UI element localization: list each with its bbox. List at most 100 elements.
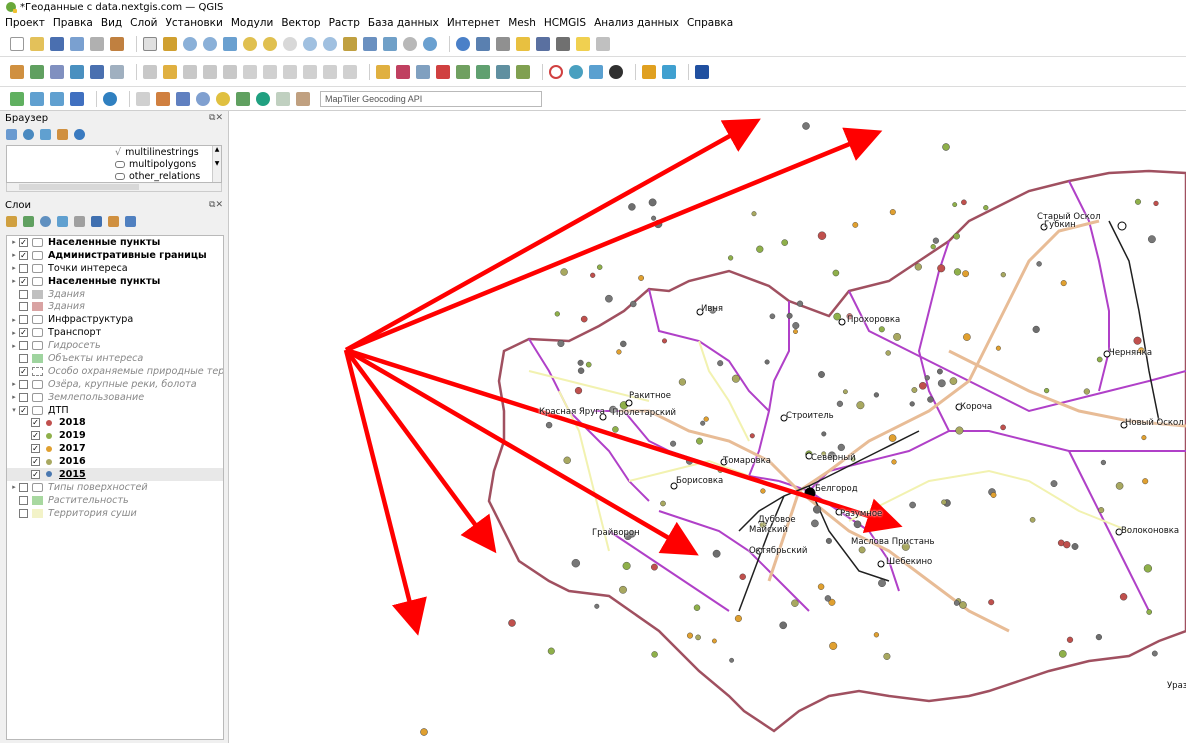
expand-arrow-icon[interactable]: ▸: [9, 316, 19, 324]
layer-row[interactable]: ▸ ✓ Населенные пункты: [7, 275, 223, 288]
delete-selected-icon[interactable]: [243, 64, 257, 79]
add-vector-icon[interactable]: [30, 64, 44, 79]
filter-legend-icon[interactable]: [57, 215, 68, 227]
label-props-icon[interactable]: [496, 64, 510, 79]
filter-icon[interactable]: [236, 91, 250, 106]
undo-icon[interactable]: [323, 64, 337, 79]
add-csv-icon[interactable]: [50, 64, 64, 79]
layer-row[interactable]: Растительность: [7, 494, 223, 507]
select-features-icon[interactable]: [156, 91, 170, 106]
add-delimited-icon[interactable]: [70, 91, 84, 106]
copy-features-icon[interactable]: [283, 64, 297, 79]
layer-row[interactable]: ✓ 2018: [7, 416, 223, 429]
layer-visibility-checkbox[interactable]: ✓: [19, 237, 28, 247]
geocoder-settings-icon[interactable]: [276, 91, 290, 106]
panel-float-close-icon[interactable]: ⧉✕: [209, 113, 223, 123]
browser-vertical-scrollbar[interactable]: ▲ ▼: [212, 146, 221, 182]
print-layout-icon[interactable]: [70, 36, 84, 51]
collapse-all-icon[interactable]: [57, 128, 68, 140]
open-project-icon[interactable]: [30, 36, 44, 51]
menu-layer[interactable]: Слой: [130, 17, 157, 29]
layer-visibility-checkbox[interactable]: [19, 508, 28, 518]
layer-row[interactable]: Здания: [7, 288, 223, 301]
remove-layer-icon[interactable]: [125, 215, 136, 227]
panel-float-close-icon[interactable]: ⧉✕: [209, 200, 223, 210]
map-canvas[interactable]: Старый Оскол Губкин Ивня Прохоровка Чернянка…: [229, 111, 1186, 743]
info-icon[interactable]: [74, 128, 85, 140]
expand-arrow-icon[interactable]: ▸: [9, 393, 19, 401]
menu-analysis[interactable]: Анализ данных: [594, 17, 679, 29]
filter-expression-icon[interactable]: [74, 215, 85, 227]
menu-plugins[interactable]: Модули: [231, 17, 274, 29]
layer-row[interactable]: ✓ Особо охраняемые природные террит: [7, 365, 223, 378]
layer-row[interactable]: ▸ Типы поверхностей: [7, 481, 223, 494]
layer-row[interactable]: Здания: [7, 300, 223, 313]
attribute-table-icon[interactable]: [476, 36, 490, 51]
menu-edit[interactable]: Правка: [53, 17, 93, 29]
expand-arrow-icon[interactable]: ▸: [9, 342, 19, 350]
zoom-last-icon[interactable]: [303, 36, 317, 51]
expand-arrow-icon[interactable]: ▸: [9, 380, 19, 388]
layer-visibility-checkbox[interactable]: ✓: [19, 328, 28, 338]
zoom-next-icon[interactable]: [323, 36, 337, 51]
geocoder-globe-icon[interactable]: [256, 91, 270, 106]
diagram-icon[interactable]: [516, 64, 530, 79]
layout-manager-icon[interactable]: [90, 36, 104, 51]
style-manager-icon[interactable]: [110, 36, 124, 51]
layer-row[interactable]: ✓ 2017: [7, 442, 223, 455]
layer-visibility-checkbox[interactable]: [19, 341, 28, 351]
show-labels-icon[interactable]: [416, 64, 430, 79]
scrollbar-thumb[interactable]: [19, 184, 139, 190]
menu-view[interactable]: Вид: [101, 17, 122, 29]
processing-toolbox-icon[interactable]: [516, 36, 530, 51]
expand-arrow-icon[interactable]: ▸: [9, 277, 19, 285]
menu-project[interactable]: Проект: [5, 17, 45, 29]
layer-visibility-checkbox[interactable]: [19, 315, 28, 325]
redo-icon[interactable]: [343, 64, 357, 79]
layer-row[interactable]: ✓ 2015: [7, 468, 223, 481]
geocoder-clear-icon[interactable]: [296, 91, 310, 106]
layer-visibility-checkbox[interactable]: [19, 495, 28, 505]
change-label-icon[interactable]: [476, 64, 490, 79]
menu-settings[interactable]: Установки: [165, 17, 222, 29]
menu-help[interactable]: Справка: [687, 17, 733, 29]
annotation-icon[interactable]: [596, 36, 610, 51]
browser-tree[interactable]: √ multilinestrings multipolygons other_re…: [6, 145, 222, 183]
menu-mesh[interactable]: Mesh: [508, 17, 536, 29]
deselect-icon[interactable]: [216, 91, 230, 106]
layer-visibility-checkbox[interactable]: ✓: [31, 469, 40, 479]
add-selected-icon[interactable]: [6, 128, 17, 140]
layer-visibility-checkbox[interactable]: [19, 482, 28, 492]
grass-icon[interactable]: [609, 64, 623, 79]
pan-to-selection-icon[interactable]: [163, 36, 177, 51]
layer-visibility-checkbox[interactable]: [19, 392, 28, 402]
layer-visibility-checkbox[interactable]: ✓: [19, 366, 28, 376]
layer-row[interactable]: ▸ ✓ Населенные пункты: [7, 236, 223, 249]
temporal-controller-icon[interactable]: [403, 36, 417, 51]
add-raster-dropdown-icon[interactable]: [30, 91, 44, 106]
zoom-out-icon[interactable]: [203, 36, 217, 51]
refresh-icon[interactable]: [423, 36, 437, 51]
layer-visibility-checkbox[interactable]: ✓: [31, 418, 40, 428]
add-feature-icon[interactable]: [203, 64, 217, 79]
expand-arrow-icon[interactable]: ▾: [9, 406, 19, 414]
toggle-edit-icon[interactable]: [163, 64, 177, 79]
browser-item[interactable]: √ multilinestrings: [7, 146, 221, 158]
vertex-tool-icon[interactable]: [223, 64, 237, 79]
pan-icon[interactable]: [143, 36, 157, 51]
layer-row[interactable]: ▸ ✓ Транспорт: [7, 326, 223, 339]
layer-row[interactable]: ✓ 2016: [7, 455, 223, 468]
rotate-label-icon[interactable]: [456, 64, 470, 79]
gps-icon[interactable]: [103, 91, 117, 106]
expand-all-icon[interactable]: [91, 215, 102, 227]
browser-item[interactable]: other_relations: [7, 170, 221, 182]
spatial-bookmark-icon[interactable]: [383, 36, 397, 51]
geometry-checker-icon[interactable]: [549, 64, 563, 79]
menu-hcmgis[interactable]: HCMGIS: [544, 17, 586, 29]
layer-visibility-checkbox[interactable]: [19, 289, 28, 299]
expand-arrow-icon[interactable]: ▸: [9, 238, 19, 246]
expand-arrow-icon[interactable]: ▸: [9, 329, 19, 337]
layer-row[interactable]: ▸ Гидросеть: [7, 339, 223, 352]
new-map-view-icon[interactable]: [343, 36, 357, 51]
new-project-icon[interactable]: [10, 36, 24, 51]
